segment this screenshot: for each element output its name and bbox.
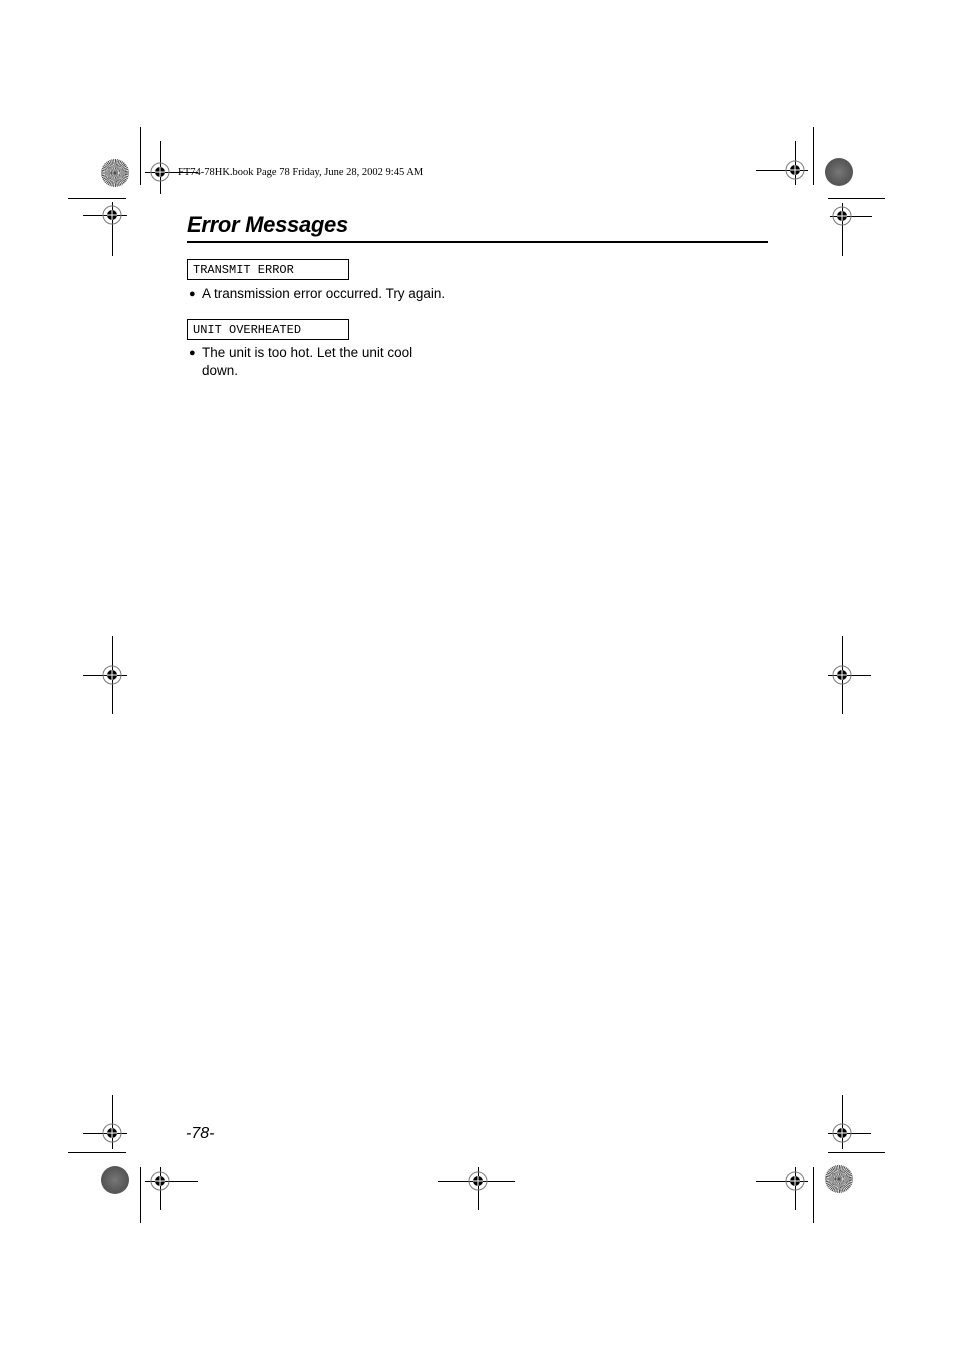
description-text: The unit is too hot. Let the unit cool d… — [202, 345, 413, 378]
registration-mark-icon — [102, 665, 122, 685]
bullet-icon: ● — [189, 347, 196, 359]
starburst-disc-icon — [825, 1165, 853, 1193]
gray-disc-icon — [101, 1166, 129, 1194]
description-text: A transmission error occurred. Try again… — [202, 286, 446, 301]
registration-mark-icon — [785, 1171, 805, 1191]
registration-mark-icon — [832, 665, 852, 685]
registration-mark-icon — [468, 1171, 488, 1191]
trim-mark — [140, 127, 141, 185]
bullet-icon: ● — [189, 288, 196, 300]
registration-mark-icon — [832, 1123, 852, 1143]
trim-mark — [68, 1152, 126, 1153]
trim-mark — [140, 1167, 141, 1223]
registration-mark-icon — [150, 162, 170, 182]
gray-disc-icon — [825, 158, 853, 186]
registration-mark-icon — [150, 1171, 170, 1191]
title-underline — [187, 241, 768, 243]
page-number: -78- — [186, 1125, 215, 1142]
trim-mark — [828, 1152, 885, 1153]
trim-mark — [828, 198, 885, 199]
registration-mark-icon — [832, 206, 852, 226]
error-display-box: TRANSMIT ERROR — [187, 259, 349, 280]
print-header: FT74-78HK.book Page 78 Friday, June 28, … — [178, 167, 424, 178]
registration-mark-icon — [102, 205, 122, 225]
trim-mark — [68, 198, 126, 199]
registration-mark-icon — [102, 1123, 122, 1143]
trim-mark — [813, 127, 814, 185]
error-description: ● The unit is too hot. Let the unit cool… — [189, 344, 449, 380]
trim-mark — [813, 1167, 814, 1223]
error-description: ● A transmission error occurred. Try aga… — [189, 285, 469, 303]
registration-mark-icon — [785, 160, 805, 180]
page-title: Error Messages — [187, 212, 348, 237]
error-display-box: UNIT OVERHEATED — [187, 319, 349, 340]
starburst-disc-icon — [101, 159, 129, 187]
